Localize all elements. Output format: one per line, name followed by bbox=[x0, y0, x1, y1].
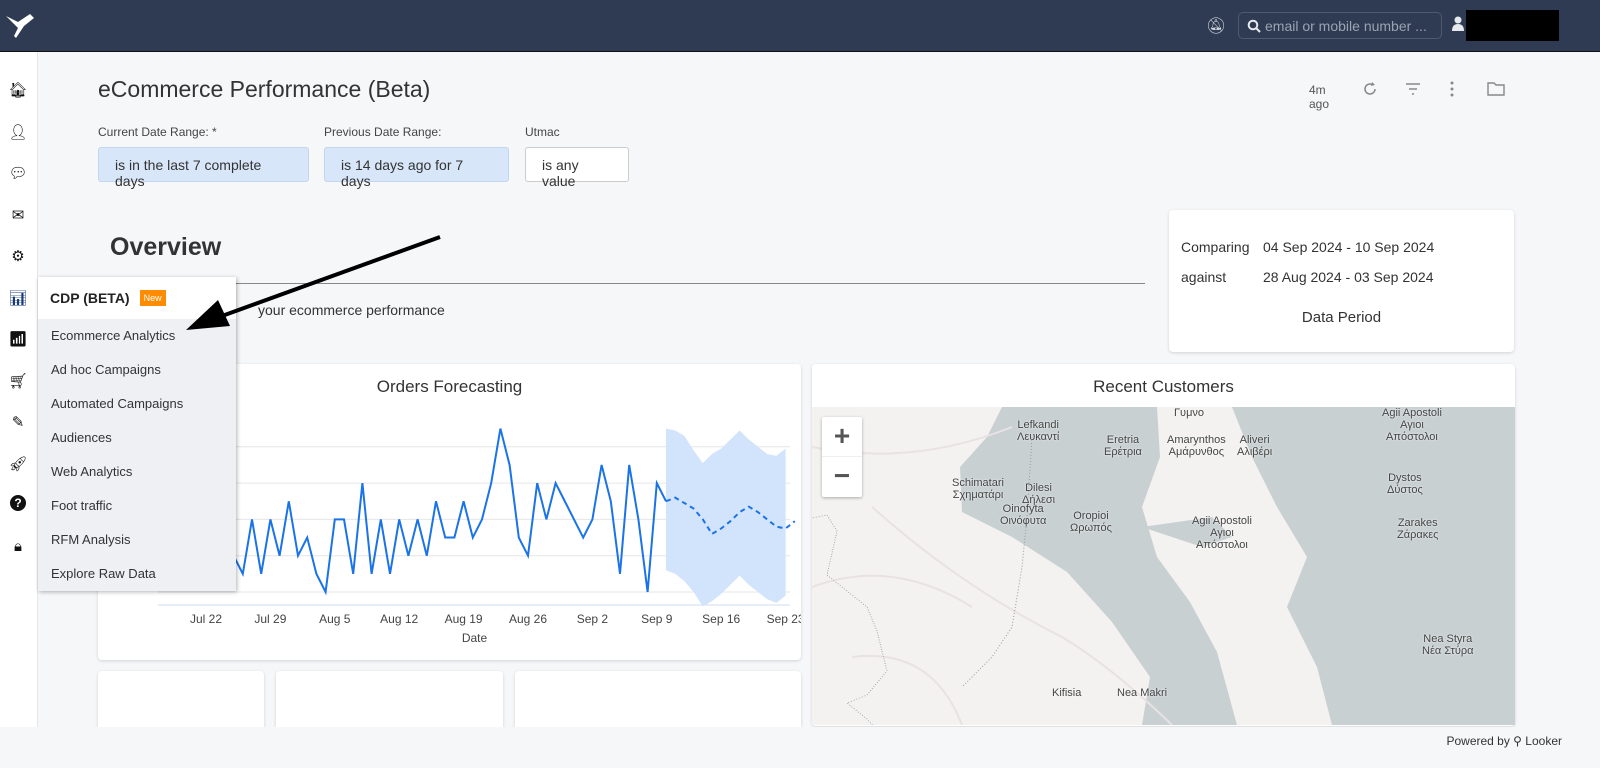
submenu-title: CDP (BETA) bbox=[50, 290, 130, 306]
comments-icon[interactable]: 💬︎ bbox=[8, 163, 28, 183]
bar-chart-icon[interactable]: 📊︎ bbox=[8, 288, 28, 308]
envelope-icon[interactable]: ✉ bbox=[8, 205, 28, 225]
map-place-label: Lefkandi Λευκαντί bbox=[1017, 419, 1060, 443]
divider bbox=[110, 283, 1145, 284]
data-period-card: Comparing 04 Sep 2024 - 10 Sep 2024 agai… bbox=[1169, 210, 1514, 352]
actual-series-line bbox=[232, 428, 667, 596]
filter-icon[interactable] bbox=[1405, 82, 1421, 96]
data-period-label: Data Period bbox=[1301, 309, 1382, 326]
map-place-label: Oropioi Ωρωπός bbox=[1070, 510, 1112, 534]
x-tick-label: Jul 22 bbox=[190, 612, 222, 626]
search-placeholder: email or mobile number ... bbox=[1265, 17, 1427, 34]
map-place-label: Amarynthos Αμάρυνθος bbox=[1167, 434, 1226, 458]
map-place-label: Nea Makri bbox=[1117, 687, 1168, 699]
comparing-value: 04 Sep 2024 - 10 Sep 2024 bbox=[1263, 239, 1435, 255]
against-label: against bbox=[1181, 269, 1227, 285]
map-place-label: Oinofyta Οινόφυτα bbox=[1000, 503, 1047, 527]
signal-icon[interactable]: 📶︎ bbox=[8, 329, 28, 349]
map-place-label: Kifisia bbox=[1052, 687, 1082, 699]
home-icon[interactable]: 🏠︎ bbox=[8, 80, 28, 100]
user-icon[interactable] bbox=[1452, 16, 1464, 32]
map-place-label: Zarakes Ζάρακες bbox=[1397, 517, 1439, 541]
zoom-out-button[interactable]: − bbox=[822, 457, 862, 497]
refresh-icon[interactable] bbox=[1362, 81, 1378, 97]
top-bar: 🔕︎ email or mobile number ... bbox=[0, 0, 1600, 52]
map-zoom-control: + − bbox=[822, 417, 862, 497]
customer-map[interactable]: + − Lefkandi Λευκαντί Eretria Ερέτρια Amar… bbox=[812, 407, 1515, 725]
more-vert-icon[interactable] bbox=[1449, 81, 1455, 97]
forecast-band bbox=[666, 428, 786, 607]
x-tick-label: Aug 12 bbox=[380, 612, 418, 626]
search-input[interactable]: email or mobile number ... bbox=[1238, 12, 1442, 39]
overview-subtitle: your ecommerce performance bbox=[258, 302, 445, 318]
cart-icon[interactable]: 🛒︎ bbox=[8, 371, 28, 391]
submenu-item[interactable]: Web Analytics bbox=[38, 455, 236, 489]
submenu-header: CDP (BETA) New bbox=[38, 277, 236, 319]
comparing-label: Comparing bbox=[1181, 239, 1250, 255]
x-tick-label: Aug 19 bbox=[445, 612, 483, 626]
cdp-submenu: CDP (BETA) New Ecommerce Analytics Ad hoc… bbox=[38, 277, 236, 591]
map-place-label: Dystos Δύστος bbox=[1387, 472, 1423, 496]
cogs-icon[interactable]: ⚙ bbox=[8, 246, 28, 266]
search-icon bbox=[1247, 19, 1261, 33]
filter-label-current: Current Date Range: * bbox=[98, 125, 217, 139]
edit-icon[interactable]: ✎ bbox=[8, 412, 28, 432]
bell-slash-icon[interactable]: 🔕︎ bbox=[1206, 16, 1226, 36]
map-title: Recent Customers bbox=[1093, 377, 1234, 396]
page-title: eCommerce Performance (Beta) bbox=[98, 76, 431, 102]
lock-icon[interactable]: 🔒︎ bbox=[8, 537, 28, 557]
filter-current-date-range[interactable]: is in the last 7 complete days bbox=[98, 147, 309, 189]
map-place-label: Schimatari Σχηματάρι bbox=[952, 477, 1004, 501]
rocket-icon[interactable]: 🚀︎ bbox=[8, 454, 28, 474]
submenu-item[interactable]: Ad hoc Campaigns bbox=[38, 353, 236, 387]
submenu-item[interactable]: Audiences bbox=[38, 421, 236, 455]
submenu-item[interactable]: Automated Campaigns bbox=[38, 387, 236, 421]
map-place-label: Aliveri Αλιβέρι bbox=[1237, 434, 1273, 458]
x-tick-label: Jul 29 bbox=[254, 612, 286, 626]
filter-utmac[interactable]: is any value bbox=[525, 147, 629, 189]
x-tick-label: Sep 2 bbox=[577, 612, 609, 626]
user-name-redacted bbox=[1466, 10, 1559, 41]
against-value: 28 Aug 2024 - 03 Sep 2024 bbox=[1263, 269, 1434, 285]
left-nav: 🏠︎ 👤︎ 💬︎ ✉ ⚙ 📊︎ 📶︎ 🛒︎ ✎ 🚀︎? 🔒︎ bbox=[0, 52, 38, 768]
submenu-item[interactable]: Explore Raw Data bbox=[38, 557, 236, 591]
filter-previous-date-range[interactable]: is 14 days ago for 7 days bbox=[324, 147, 509, 189]
user-icon[interactable]: 👤︎ bbox=[8, 122, 28, 142]
submenu-item[interactable]: RFM Analysis bbox=[38, 523, 236, 557]
question-icon[interactable]: ? bbox=[10, 495, 26, 511]
last-updated: 4m ago bbox=[1309, 83, 1330, 111]
filter-label-utmac: Utmac bbox=[525, 125, 560, 139]
map-place-label: Agii Apostoli Αγιοι Απόστολοι bbox=[1382, 407, 1442, 443]
new-badge: New bbox=[139, 290, 166, 306]
zoom-in-button[interactable]: + bbox=[822, 417, 862, 457]
map-place-label: Eretria Ερέτρια bbox=[1104, 434, 1142, 458]
footer bbox=[0, 727, 1600, 768]
map-place-label: Γυμνο bbox=[1174, 407, 1205, 419]
map-place-label: Agii Apostoli Αγιοι Απόστολοι bbox=[1192, 515, 1252, 551]
x-tick-label: Sep 16 bbox=[702, 612, 740, 626]
map-tiles bbox=[812, 407, 1515, 725]
map-place-label: Nea Styra Νέα Στύρα bbox=[1422, 633, 1474, 657]
filter-label-previous: Previous Date Range: bbox=[324, 125, 442, 139]
x-tick-label: Sep 23 bbox=[767, 612, 801, 626]
x-axis-label: Date bbox=[461, 631, 488, 645]
bird-logo[interactable] bbox=[4, 10, 36, 42]
submenu-item[interactable]: Ecommerce Analytics bbox=[38, 319, 236, 353]
x-tick-label: Aug 26 bbox=[509, 612, 547, 626]
overview-title: Overview bbox=[110, 233, 222, 261]
submenu-item[interactable]: Foot traffic bbox=[38, 489, 236, 523]
powered-by-looker: Powered by ⚲ Looker bbox=[1446, 734, 1562, 748]
folder-icon[interactable] bbox=[1487, 81, 1505, 97]
x-tick-label: Sep 9 bbox=[641, 612, 673, 626]
x-tick-label: Aug 5 bbox=[319, 612, 351, 626]
